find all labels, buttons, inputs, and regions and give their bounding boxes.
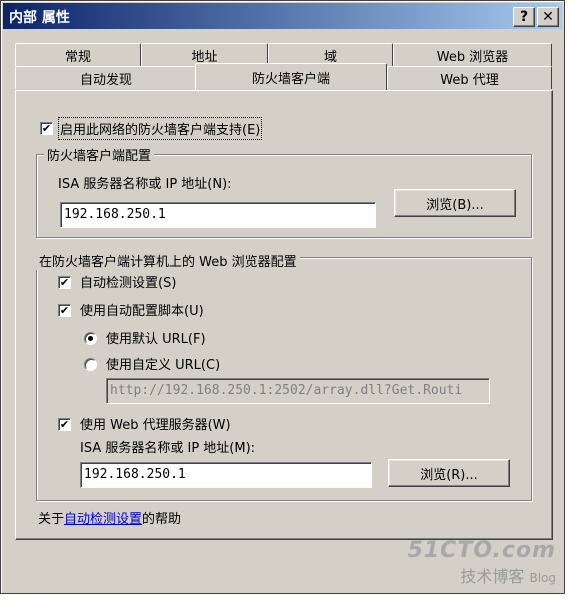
tab-auto-discovery[interactable]: 自动发现 — [15, 66, 197, 89]
properties-dialog: 内部 属性 ? ✕ 常规 地址 域 Web 浏览器 自动发现 防火墙客户端 We… — [0, 0, 565, 594]
fw-server-input[interactable]: 192.168.250.1 — [60, 202, 376, 228]
help-prefix: 关于 — [38, 512, 65, 527]
default-url-radio[interactable] — [84, 332, 97, 345]
watermark-sub: 技术博客 Blog — [408, 563, 556, 587]
watermark-brand: 51CTO.com — [407, 538, 556, 563]
custom-url-input[interactable]: http://192.168.250.1:2502/array.dll?Get.… — [106, 378, 490, 404]
auto-script-label[interactable]: 使用自动配置脚本(U) — [80, 300, 204, 319]
window-title: 内部 属性 — [9, 10, 70, 26]
tab-web-proxy[interactable]: Web 代理 — [387, 66, 552, 89]
watermark-blog: Blog — [529, 571, 556, 585]
proxy-browse-button[interactable]: 浏览(R)... — [388, 459, 510, 487]
enable-support-label[interactable]: 启用此网络的防火墙客户端支持(E) — [57, 117, 263, 140]
enable-support-checkbox[interactable]: ✔ — [40, 122, 53, 135]
tab-panel: ✔ 启用此网络的防火墙客户端支持(E) 防火墙客户端配置 ISA 服务器名称或 … — [15, 90, 553, 540]
custom-url-radio[interactable] — [84, 358, 97, 371]
help-button[interactable]: ? — [513, 7, 535, 27]
watermark: 51CTO.com 技术博客 Blog — [408, 538, 556, 587]
use-proxy-checkbox[interactable]: ✔ — [58, 418, 71, 431]
fw-server-label: ISA 服务器名称或 IP 地址(N): — [58, 177, 232, 192]
proxy-server-label: ISA 服务器名称或 IP 地址(M): — [80, 441, 256, 456]
title-bar: 内部 属性 ? ✕ — [3, 3, 562, 29]
fw-browse-button[interactable]: 浏览(B)... — [394, 189, 516, 217]
help-text: 关于自动检测设置的帮助 — [38, 508, 181, 527]
auto-detect-label[interactable]: 自动检测设置(S) — [80, 272, 176, 291]
tab-general[interactable]: 常规 — [15, 43, 141, 66]
auto-detect-checkbox[interactable]: ✔ — [58, 276, 71, 289]
help-suffix: 的帮助 — [142, 512, 182, 527]
use-proxy-label[interactable]: 使用 Web 代理服务器(W) — [80, 414, 231, 433]
default-url-label[interactable]: 使用默认 URL(F) — [106, 328, 206, 347]
web-config-title: 在防火墙客户端计算机上的 Web 浏览器配置 — [36, 251, 300, 270]
watermark-sub-text: 技术博客 — [460, 567, 525, 586]
auto-script-checkbox[interactable]: ✔ — [58, 304, 71, 317]
proxy-server-input[interactable]: 192.168.250.1 — [80, 462, 372, 488]
auto-detect-help-link[interactable]: 自动检测设置 — [64, 512, 142, 527]
fw-config-title: 防火墙客户端配置 — [44, 145, 155, 164]
tab-web-browser[interactable]: Web 浏览器 — [393, 43, 552, 66]
close-button[interactable]: ✕ — [537, 7, 559, 27]
custom-url-label[interactable]: 使用自定义 URL(C) — [106, 354, 220, 373]
tab-firewall-client[interactable]: 防火墙客户端 — [195, 63, 387, 90]
